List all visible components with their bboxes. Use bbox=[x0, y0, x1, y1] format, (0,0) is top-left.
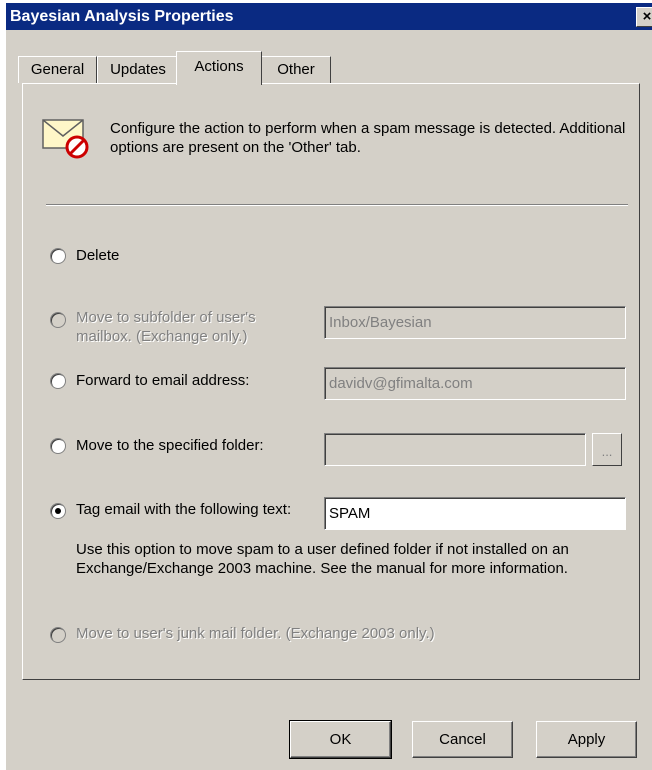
apply-button[interactable]: Apply bbox=[536, 721, 637, 758]
tab-general[interactable]: General bbox=[18, 56, 97, 83]
radio-selected-dot bbox=[55, 508, 61, 514]
browse-folder-button[interactable]: ... bbox=[592, 433, 622, 466]
radio-move-folder[interactable] bbox=[50, 438, 66, 454]
tag-text-input[interactable]: SPAM bbox=[324, 497, 626, 530]
radio-delete[interactable] bbox=[50, 248, 66, 264]
label-move-subfolder[interactable]: Move to subfolder of user's mailbox. (Ex… bbox=[76, 308, 296, 346]
subfolder-input[interactable]: Inbox/Bayesian bbox=[324, 306, 626, 339]
label-move-folder[interactable]: Move to the specified folder: bbox=[76, 436, 264, 455]
ok-button[interactable]: OK bbox=[289, 720, 392, 759]
tab-other[interactable]: Other bbox=[261, 56, 331, 83]
title-bar[interactable]: Bayesian Analysis Properties × bbox=[6, 3, 652, 30]
spam-envelope-icon bbox=[42, 119, 89, 159]
label-delete[interactable]: Delete bbox=[76, 246, 119, 265]
close-icon: × bbox=[642, 8, 652, 25]
radio-forward[interactable] bbox=[50, 373, 66, 389]
label-forward[interactable]: Forward to email address: bbox=[76, 371, 249, 390]
header-description: Configure the action to perform when a s… bbox=[110, 120, 626, 156]
label-junk[interactable]: Move to user's junk mail folder. (Exchan… bbox=[76, 624, 435, 643]
label-tag[interactable]: Tag email with the following text: bbox=[76, 500, 291, 519]
tab-updates[interactable]: Updates bbox=[97, 56, 179, 83]
tag-help-text: Use this option to move spam to a user d… bbox=[76, 541, 569, 577]
radio-move-subfolder[interactable] bbox=[50, 312, 66, 328]
forward-email-input[interactable]: davidv@gfimalta.com bbox=[324, 367, 626, 400]
radio-tag[interactable] bbox=[50, 503, 66, 519]
folder-path-input[interactable] bbox=[324, 433, 586, 466]
separator bbox=[46, 204, 628, 206]
window-title: Bayesian Analysis Properties bbox=[10, 8, 234, 25]
radio-junk[interactable] bbox=[50, 627, 66, 643]
close-button[interactable]: × bbox=[636, 7, 652, 27]
tab-actions[interactable]: Actions bbox=[176, 51, 262, 85]
cancel-button[interactable]: Cancel bbox=[412, 721, 513, 758]
